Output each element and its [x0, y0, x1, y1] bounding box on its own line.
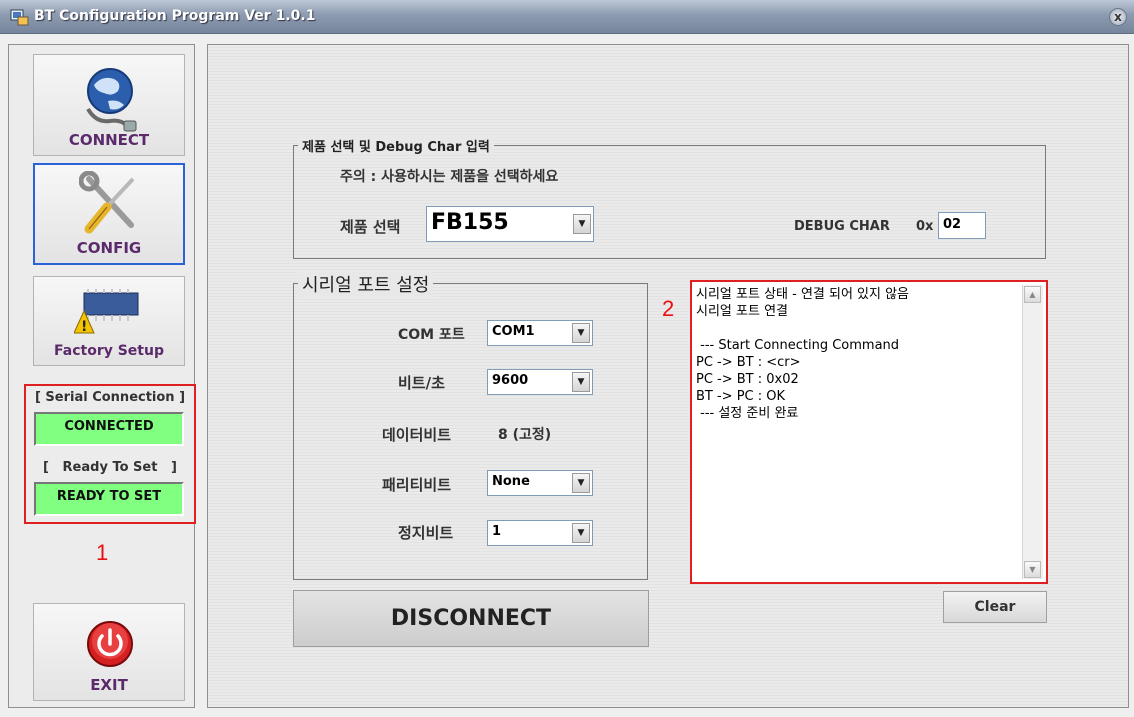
parity-bits-select[interactable]: None ▼: [487, 470, 593, 496]
annotation-number-1: 1: [96, 540, 109, 565]
debug-char-label: DEBUG CHAR: [794, 219, 890, 234]
chevron-down-icon[interactable]: ▼: [572, 323, 590, 343]
close-button[interactable]: x: [1109, 8, 1127, 26]
product-select-value: FB155: [431, 210, 509, 235]
com-port-select[interactable]: COM1 ▼: [487, 320, 593, 346]
chevron-down-icon[interactable]: ▼: [572, 523, 590, 543]
product-select-label: 제품 선택: [340, 218, 401, 236]
debug-char-input[interactable]: 02: [938, 212, 986, 239]
status-panel: [ Serial Connection ] CONNECTED [ Ready …: [24, 384, 196, 524]
serial-connection-title: [ Serial Connection ]: [34, 390, 186, 405]
log-scrollbar[interactable]: ▲ ▼: [1022, 285, 1043, 579]
serial-connection-status: CONNECTED: [34, 412, 184, 446]
product-group: 제품 선택 및 Debug Char 입력 주의 : 사용하시는 제품을 선택하…: [293, 136, 1046, 259]
debug-char-value: 02: [943, 217, 962, 232]
config-button[interactable]: CONFIG: [33, 163, 185, 265]
log-output[interactable]: 시리얼 포트 상태 - 연결 되어 있지 않음 시리얼 포트 연결 --- St…: [690, 280, 1048, 584]
scroll-down-icon[interactable]: ▼: [1024, 561, 1041, 578]
baud-rate-label: 비트/초: [398, 374, 445, 392]
disconnect-button[interactable]: DISCONNECT: [293, 590, 649, 647]
log-text: 시리얼 포트 상태 - 연결 되어 있지 않음 시리얼 포트 연결 --- St…: [696, 287, 910, 421]
com-port-label: COM 포트: [398, 327, 465, 343]
chevron-down-icon[interactable]: ▼: [573, 214, 591, 234]
stop-bits-select[interactable]: 1 ▼: [487, 520, 593, 546]
factory-setup-label: Factory Setup: [54, 343, 164, 359]
product-group-legend: 제품 선택 및 Debug Char 입력: [298, 136, 494, 155]
wrench-screwdriver-icon: [79, 171, 135, 234]
serial-group-legend: 시리얼 포트 설정: [298, 271, 434, 297]
exit-button[interactable]: EXIT: [33, 603, 185, 701]
power-icon: [87, 621, 133, 667]
scroll-up-icon[interactable]: ▲: [1024, 286, 1041, 303]
config-label: CONFIG: [76, 239, 142, 257]
connect-label: CONNECT: [68, 131, 150, 149]
factory-setup-button[interactable]: ! Factory Setup: [33, 276, 185, 366]
app-icon: [10, 8, 30, 26]
ready-to-set-title: [ Ready To Set ]: [43, 460, 177, 475]
serial-port-group: 시리얼 포트 설정 COM 포트 COM1 ▼ 비트/초 9600 ▼ 데이터비…: [293, 271, 648, 580]
product-select[interactable]: FB155 ▼: [426, 206, 594, 242]
stop-bits-label: 정지비트: [398, 524, 454, 542]
exit-label: EXIT: [90, 676, 128, 694]
title-bar: BT Configuration Program Ver 1.0.1 x: [0, 0, 1134, 34]
clear-button[interactable]: Clear: [943, 591, 1047, 623]
chip-warning-icon: !: [74, 289, 139, 335]
parity-bits-label: 패리티비트: [382, 476, 452, 494]
connect-button[interactable]: CONNECT: [33, 54, 185, 156]
svg-text:!: !: [81, 319, 87, 335]
parity-bits-value: None: [492, 474, 530, 489]
globe-plug-icon: [86, 68, 137, 132]
window-title: BT Configuration Program Ver 1.0.1: [34, 8, 316, 24]
stop-bits-value: 1: [492, 524, 502, 539]
chevron-down-icon[interactable]: ▼: [572, 372, 590, 392]
baud-rate-value: 9600: [492, 373, 529, 388]
data-bits-label: 데이터비트: [382, 426, 452, 444]
ready-to-set-status: READY TO SET: [34, 482, 184, 516]
baud-rate-select[interactable]: 9600 ▼: [487, 369, 593, 395]
product-notice: 주의 : 사용하시는 제품을 선택하세요: [340, 169, 559, 185]
chevron-down-icon[interactable]: ▼: [572, 473, 590, 493]
com-port-value: COM1: [492, 324, 535, 339]
debug-char-prefix: 0x: [916, 219, 934, 234]
annotation-number-2: 2: [662, 296, 675, 321]
data-bits-value: 8 (고정): [498, 427, 552, 443]
